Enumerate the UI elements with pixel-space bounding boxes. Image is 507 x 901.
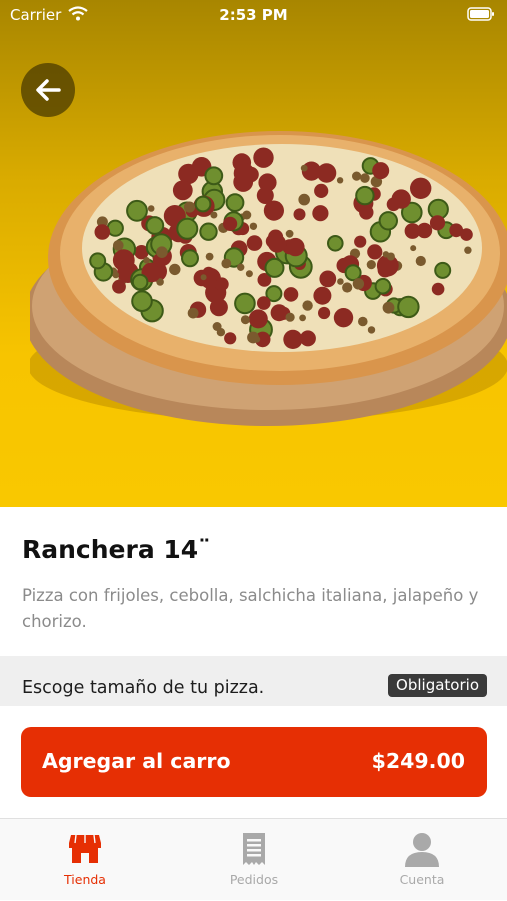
- size-selector-label: Escoge tamaño de tu pizza.: [22, 678, 265, 698]
- tab-tienda[interactable]: Tienda: [25, 819, 145, 901]
- product-description: Pizza con frijoles, cebolla, salchicha i…: [22, 586, 479, 631]
- battery-icon: [467, 7, 494, 21]
- tab-cuenta[interactable]: Cuenta: [362, 819, 482, 901]
- pizza-image: [30, 131, 507, 426]
- size-selector-header[interactable]: Escoge tamaño de tu pizza. Obligatorio: [0, 656, 507, 706]
- tab-bar: Tienda Pedidos Cuenta: [0, 818, 507, 900]
- product-price: $249.00: [371, 749, 465, 773]
- add-to-cart-bar: Agregar al carro $249.00: [0, 706, 507, 818]
- product-hero-image: Carrier 2:53 PM: [0, 0, 507, 507]
- tab-label-pedidos: Pedidos: [229, 872, 279, 887]
- tab-label-tienda: Tienda: [64, 872, 106, 887]
- add-to-cart-button[interactable]: Agregar al carro $249.00: [21, 727, 487, 797]
- tab-pedidos[interactable]: Pedidos: [194, 819, 314, 901]
- arrow-left-icon: [36, 79, 61, 101]
- required-badge: Obligatorio: [388, 674, 487, 697]
- product-title: Ranchera 14¨: [22, 535, 211, 564]
- status-time: 2:53 PM: [219, 6, 288, 24]
- user-icon: [405, 833, 439, 867]
- add-to-cart-label: Agregar al carro: [42, 749, 231, 773]
- tab-label-cuenta: Cuenta: [399, 872, 445, 887]
- receipt-icon: [243, 833, 265, 865]
- store-icon: [69, 834, 101, 863]
- back-button[interactable]: [21, 63, 75, 117]
- status-bar: Carrier 2:53 PM: [0, 0, 507, 32]
